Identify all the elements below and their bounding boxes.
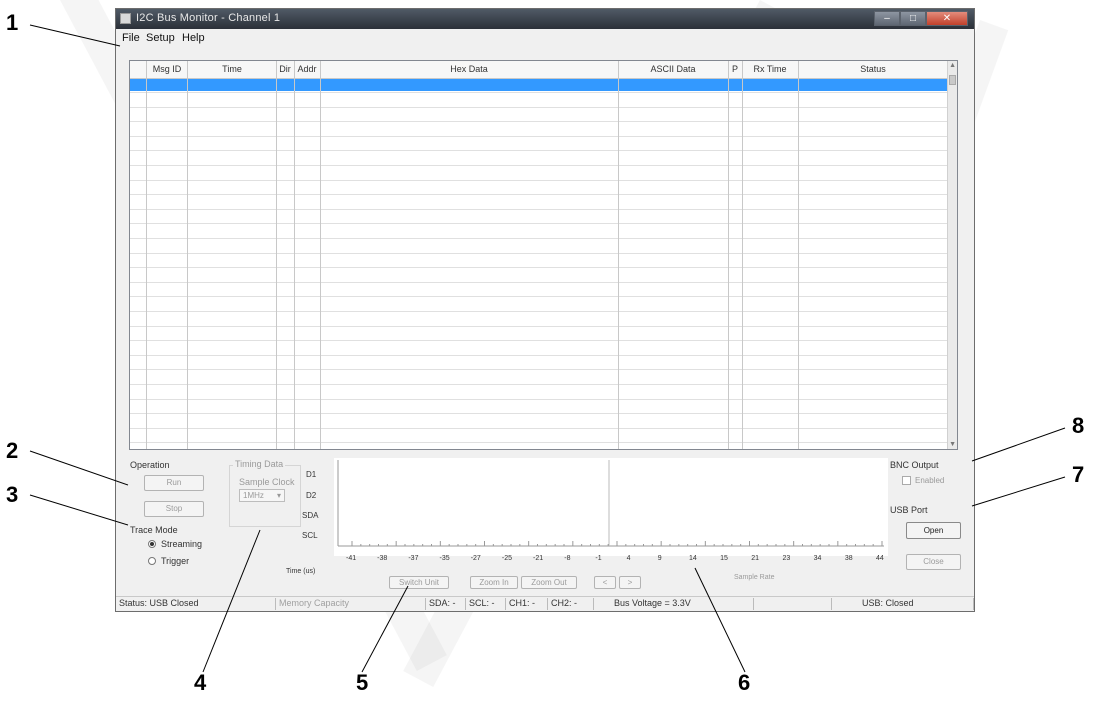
callout-7: 7 [1072, 462, 1085, 487]
callout-line-2 [29, 450, 129, 486]
callout-5: 5 [356, 670, 369, 695]
callout-line-3 [29, 494, 129, 526]
callout-4: 4 [194, 670, 207, 695]
callout-lines [29, 24, 1066, 673]
callout-line-5 [361, 585, 409, 673]
callout-line-7 [971, 476, 1066, 507]
callout-2: 2 [6, 438, 19, 463]
callout-6: 6 [738, 670, 751, 695]
callout-1: 1 [6, 10, 19, 35]
callout-line-6 [694, 567, 746, 673]
callout-line-4 [202, 529, 261, 673]
callout-line-8 [971, 427, 1066, 462]
callout-8: 8 [1072, 413, 1085, 438]
callout-3: 3 [6, 482, 19, 507]
callout-line-1 [29, 24, 121, 47]
